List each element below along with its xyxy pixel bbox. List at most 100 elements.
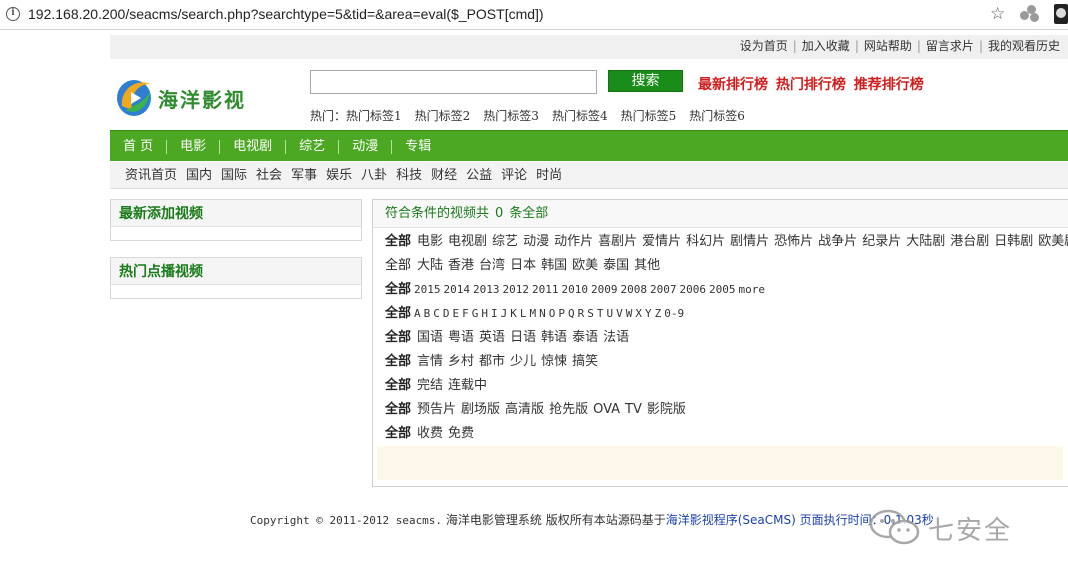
subnav-item[interactable]: 八卦 [361, 162, 387, 189]
subnav-item[interactable]: 社会 [256, 162, 282, 189]
filter-option-link[interactable]: TV [625, 402, 642, 417]
subnav-item[interactable]: 科技 [396, 162, 422, 189]
filter-option-link[interactable]: 欧美 [572, 258, 598, 273]
filter-option-link[interactable]: 喜剧片 [598, 234, 637, 249]
filter-option-link[interactable]: F [462, 307, 469, 320]
filter-option-link[interactable]: 预告片 [417, 402, 456, 417]
filter-option-link[interactable]: N [539, 307, 546, 320]
filter-option-link[interactable]: 国语 [417, 330, 443, 345]
filter-option-link[interactable]: A [414, 307, 421, 320]
filter-option-link[interactable]: 乡村 [448, 354, 474, 369]
filter-option-link[interactable]: 恐怖片 [774, 234, 813, 249]
filter-option-link[interactable]: U [607, 307, 614, 320]
filter-option-link[interactable]: 搞笑 [572, 354, 598, 369]
subnav-item[interactable]: 财经 [431, 162, 457, 189]
latest-rank-link[interactable]: 最新排行榜 [698, 77, 768, 93]
filter-option-link[interactable]: I [491, 307, 498, 320]
filter-option-link[interactable]: O [549, 307, 556, 320]
result-all-link[interactable]: 条全部 [509, 206, 548, 221]
filter-option-link[interactable]: 少儿 [510, 354, 536, 369]
filter-option-link[interactable]: 完结 [417, 378, 443, 393]
filter-option-link[interactable]: 战争片 [818, 234, 857, 249]
nav-tv[interactable]: 电视剧 [220, 131, 285, 162]
filter-all-link[interactable]: 全部 [385, 306, 411, 321]
filter-option-link[interactable]: 日语 [510, 330, 536, 345]
filter-option-link[interactable]: H [481, 307, 488, 320]
filter-option-link[interactable]: OVA [593, 402, 620, 417]
filter-option-link[interactable]: E [453, 307, 460, 320]
address-bar[interactable]: i 192.168.20.200/seacms/search.php?searc… [0, 0, 1068, 30]
subnav-item[interactable]: 公益 [466, 162, 492, 189]
filter-option-link[interactable]: 剧场版 [461, 402, 500, 417]
filter-all-link[interactable]: 全部 [385, 426, 411, 441]
filter-option-link[interactable]: 2012 [503, 283, 530, 296]
filter-option-link[interactable]: 2007 [650, 283, 677, 296]
filter-option-link[interactable]: M [530, 307, 537, 320]
subnav-item[interactable]: 国际 [221, 162, 247, 189]
filter-option-link[interactable]: G [472, 307, 479, 320]
filter-option-link[interactable]: 科幻片 [686, 234, 725, 249]
request-movie-link[interactable]: 留言求片 [926, 39, 974, 53]
filter-option-link[interactable]: Y [645, 307, 652, 320]
filter-option-link[interactable]: V [616, 307, 623, 320]
filter-option-link[interactable]: J [501, 307, 508, 320]
hot-tag[interactable]: 热门标签5 [621, 109, 677, 123]
filter-option-link[interactable]: 2010 [562, 283, 589, 296]
filter-option-link[interactable]: 电影 [417, 234, 443, 249]
filter-option-link[interactable]: W [626, 307, 633, 320]
filter-option-link[interactable]: 2014 [444, 283, 471, 296]
seacms-link[interactable]: 海洋影视程序(SeaCMS) [666, 513, 796, 527]
filter-all-link[interactable]: 全部 [385, 234, 411, 249]
filter-option-link[interactable]: 爱情片 [642, 234, 681, 249]
filter-option-link[interactable]: 2015 [414, 283, 441, 296]
filter-option-link[interactable]: 2008 [621, 283, 648, 296]
filter-all-link[interactable]: 全部 [385, 282, 411, 297]
hot-tag[interactable]: 热门标签3 [483, 109, 539, 123]
recommend-rank-link[interactable]: 推荐排行榜 [854, 77, 924, 93]
nav-anime[interactable]: 动漫 [339, 131, 391, 162]
filter-option-link[interactable]: 2006 [680, 283, 707, 296]
filter-option-link[interactable]: 抢先版 [549, 402, 588, 417]
subnav-item[interactable]: 军事 [291, 162, 317, 189]
hot-tag[interactable]: 热门标签6 [689, 109, 745, 123]
filter-option-link[interactable]: 台湾 [479, 258, 505, 273]
filter-option-link[interactable]: 欧美剧 [1038, 234, 1068, 249]
filter-option-link[interactable]: 日本 [510, 258, 536, 273]
hot-tag[interactable]: 热门标签2 [415, 109, 471, 123]
search-input[interactable] [310, 70, 597, 94]
filter-option-link[interactable]: 动作片 [554, 234, 593, 249]
subnav-item[interactable]: 资讯首页 [125, 162, 177, 189]
filter-option-link[interactable]: 2005 [709, 283, 736, 296]
filter-all-link[interactable]: 全部 [385, 354, 411, 369]
subnav-item[interactable]: 评论 [501, 162, 527, 189]
bookmark-star-icon[interactable]: ☆ [990, 4, 1005, 24]
filter-all-link[interactable]: 全部 [385, 378, 411, 393]
filter-option-link[interactable]: 香港 [448, 258, 474, 273]
extension-icon[interactable] [1020, 5, 1040, 23]
filter-option-link[interactable]: 港台剧 [950, 234, 989, 249]
nav-movie[interactable]: 电影 [167, 131, 219, 162]
site-logo[interactable]: 海洋影视 [114, 76, 264, 120]
subnav-item[interactable]: 国内 [186, 162, 212, 189]
filter-option-link[interactable]: 综艺 [492, 234, 518, 249]
filter-option-link[interactable]: 收费 [417, 426, 443, 441]
set-homepage-link[interactable]: 设为首页 [740, 39, 788, 53]
filter-option-link[interactable]: 日韩剧 [994, 234, 1033, 249]
filter-option-link[interactable]: 言情 [417, 354, 443, 369]
add-favorite-link[interactable]: 加入收藏 [802, 39, 850, 53]
filter-option-link[interactable]: 法语 [603, 330, 629, 345]
filter-option-link[interactable]: 韩语 [541, 330, 567, 345]
filter-option-link[interactable]: X [635, 307, 642, 320]
filter-option-link[interactable]: S [587, 307, 594, 320]
filter-option-link[interactable]: 纪录片 [862, 234, 901, 249]
filter-all-link[interactable]: 全部 [385, 330, 411, 345]
hot-tag[interactable]: 热门标签4 [552, 109, 608, 123]
filter-option-link[interactable]: R [578, 307, 585, 320]
filter-option-link[interactable]: 连载中 [448, 378, 487, 393]
filter-option-link[interactable]: L [520, 307, 527, 320]
nav-album[interactable]: 专辑 [392, 131, 444, 162]
filter-option-link[interactable]: 2013 [473, 283, 500, 296]
filter-option-link[interactable]: D [443, 307, 450, 320]
filter-option-link[interactable]: 韩国 [541, 258, 567, 273]
filter-option-link[interactable]: C [433, 307, 440, 320]
